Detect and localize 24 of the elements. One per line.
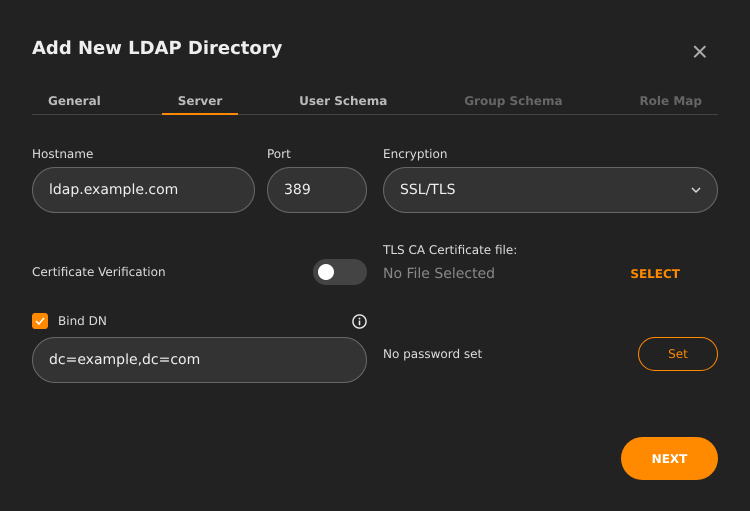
bind-dn-field[interactable]: dc=example,dc=com	[32, 337, 367, 383]
select-button[interactable]: SELECT	[624, 266, 686, 282]
close-button[interactable]: ×	[692, 38, 708, 66]
port-field[interactable]: 389	[267, 167, 367, 213]
checkbox[interactable]	[32, 313, 48, 329]
hostname-field[interactable]: ldap.example.com	[32, 167, 255, 213]
dialog-title: Add New LDAP Directory	[32, 38, 282, 59]
chevron-down-icon	[691, 187, 701, 193]
checkbox-label: Bind DN	[58, 314, 107, 328]
set-password-button[interactable]: Set	[638, 337, 718, 371]
tab[interactable]: User Schema	[283, 90, 404, 115]
password-status: No password set	[383, 347, 482, 361]
encryption-select[interactable]: SSL/TLS	[383, 167, 718, 213]
field-label: Hostname	[32, 147, 94, 163]
tab[interactable]: General	[32, 90, 117, 115]
field-label: Encryption	[383, 147, 448, 163]
file-status: No File Selected	[383, 266, 496, 282]
field-label: Port	[267, 147, 292, 163]
tab[interactable]: Server	[162, 90, 238, 115]
field-label: TLS CA Certificate file:	[383, 243, 518, 258]
info-icon[interactable]	[352, 314, 367, 328]
checkmark-icon	[35, 317, 45, 325]
toggle-label: Certificate Verification	[32, 265, 166, 279]
toggle-switch[interactable]	[313, 259, 367, 285]
